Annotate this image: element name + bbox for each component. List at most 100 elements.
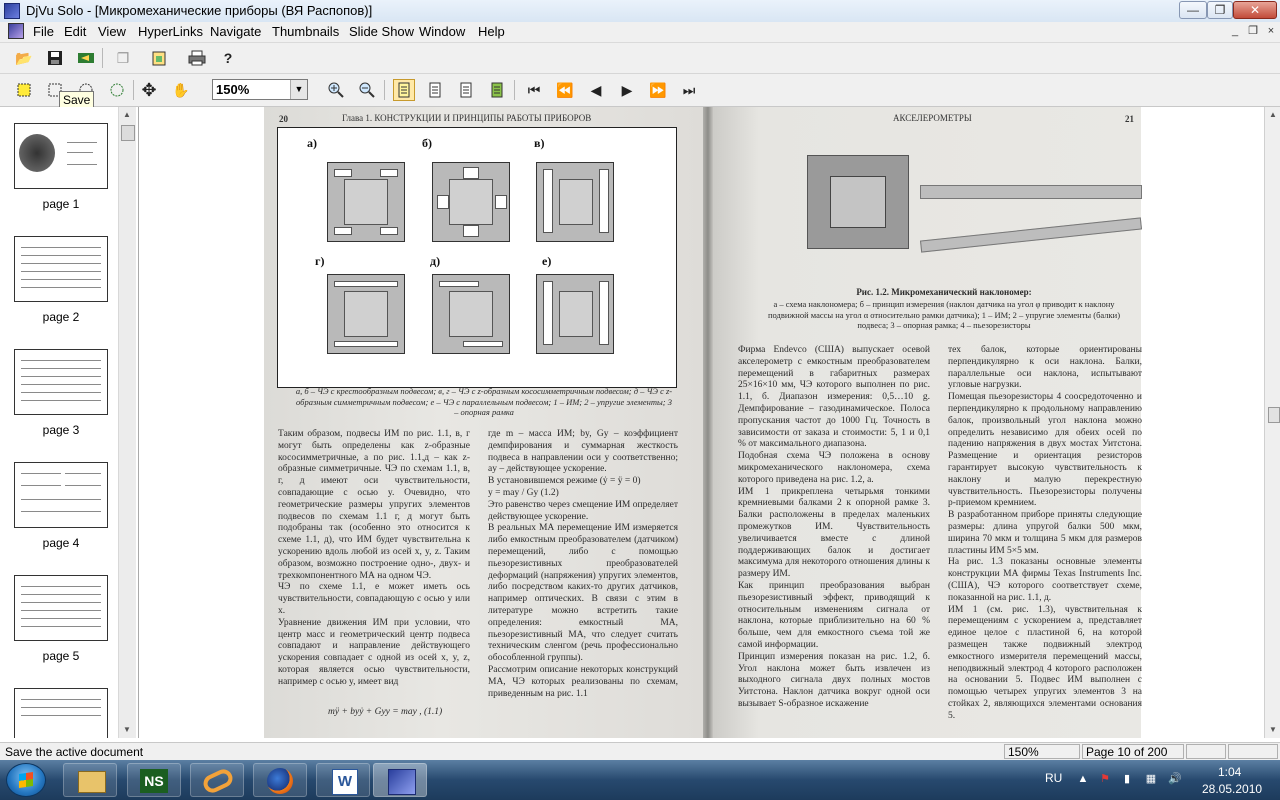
app-task-link[interactable] (190, 763, 244, 797)
network-icon[interactable]: ▦ (1144, 772, 1158, 786)
menu-window[interactable]: Window (419, 24, 465, 39)
mdi-minimize-button[interactable]: _ (1228, 24, 1242, 38)
print-icon[interactable] (186, 47, 208, 69)
menu-file[interactable]: File (33, 24, 54, 39)
move-icon[interactable]: ✥ (138, 79, 160, 101)
explorer-task[interactable] (63, 763, 117, 797)
zoom-out-icon[interactable] (356, 79, 378, 101)
start-button[interactable] (6, 763, 46, 797)
scroll-up-icon[interactable]: ▲ (1265, 107, 1280, 123)
clock-date[interactable]: 28.05.2010 (1202, 782, 1262, 796)
thumbnail-page-4[interactable] (14, 462, 108, 528)
forward-icon[interactable]: ⏩ (647, 79, 669, 101)
pan-hand-icon[interactable]: ✋ (170, 79, 192, 101)
firefox-task[interactable] (253, 763, 307, 797)
folder-icon (78, 771, 106, 793)
select-text-icon[interactable] (106, 79, 128, 101)
copy-icon[interactable]: ❐ (112, 47, 134, 69)
menu-help[interactable]: Help (478, 24, 505, 39)
djvu-app-icon[interactable] (4, 3, 20, 19)
first-page-icon[interactable]: ⏮ (523, 79, 545, 101)
facing-pages-icon[interactable] (455, 79, 477, 101)
scroll-down-icon[interactable]: ▼ (119, 722, 135, 738)
figure-title: Рис. 1.2. Микромеханический наклономер: (856, 287, 1032, 297)
scheme-f (536, 274, 614, 354)
clock-time[interactable]: 1:04 (1218, 765, 1241, 779)
document-scrollbar[interactable]: ▲ ▼ (1264, 107, 1280, 738)
figure-label: е) (542, 254, 552, 268)
close-button[interactable]: ✕ (1233, 1, 1277, 19)
help-icon[interactable]: ? (217, 47, 239, 69)
equation: mÿ + byẏ + Gyy = may , (1.1) (328, 707, 443, 717)
text-column: Фирма Endevco (США) выпускает осевой акс… (738, 345, 930, 709)
thumbnail-page-3[interactable] (14, 349, 108, 415)
status-pane-empty (1228, 744, 1278, 759)
show-hidden-icons[interactable]: ▲ (1076, 772, 1090, 786)
thumbnail-label: page 4 (42, 536, 80, 550)
djvu-task[interactable] (373, 763, 427, 797)
scroll-up-icon[interactable]: ▲ (119, 107, 135, 123)
single-page-icon[interactable] (393, 79, 415, 101)
mdi-restore-button[interactable]: ❐ (1246, 24, 1260, 38)
minimize-button[interactable]: — (1179, 1, 1207, 19)
thumbnails-scrollbar[interactable]: ▲ ▼ (118, 107, 136, 738)
paste-icon[interactable] (148, 47, 170, 69)
power-icon[interactable]: ▮ (1120, 772, 1134, 786)
status-pane-empty (1186, 744, 1226, 759)
scroll-thumb[interactable] (1268, 407, 1280, 423)
document-icon[interactable] (8, 23, 24, 39)
thumbnail-label: page 3 (42, 423, 80, 437)
scheme-a (327, 162, 405, 242)
thumbnail-label: page 1 (42, 197, 80, 211)
scheme-c (536, 162, 614, 242)
zoom-in-icon[interactable] (325, 79, 347, 101)
scheme-d (327, 274, 405, 354)
figure-caption: а, б – ЧЭ с крестообразным подвесом; в, … (295, 386, 673, 417)
send-icon[interactable] (75, 47, 97, 69)
word-icon: W (332, 769, 358, 795)
running-header: АКСЕЛЕРОМЕТРЫ (893, 113, 972, 123)
beam-diagram (920, 185, 1142, 199)
page-number: 21 (1125, 114, 1134, 124)
windows-logo-icon (19, 772, 33, 788)
maximize-button[interactable]: ❐ (1207, 1, 1233, 19)
chevron-down-icon[interactable]: ▼ (290, 80, 307, 99)
toolbar-separator (102, 48, 103, 68)
thumbnail-page-2[interactable] (14, 236, 108, 302)
zoom-value: 150% (216, 82, 250, 97)
document-view[interactable]: 20 Глава 1. КОНСТРУКЦИИ И ПРИНЦИПЫ РАБОТ… (140, 107, 1264, 738)
figure-label: г) (315, 254, 325, 268)
save-icon[interactable] (44, 47, 66, 69)
menu-view[interactable]: View (98, 24, 126, 39)
continuous-facing-icon[interactable] (486, 79, 508, 101)
continuous-page-icon[interactable] (424, 79, 446, 101)
ns-icon: NS (140, 769, 168, 793)
open-folder-icon[interactable]: 📂 (13, 47, 35, 69)
title-bar: DjVu Solo - [Микромеханические приборы (… (0, 0, 1280, 23)
next-page-icon[interactable]: ▶ (616, 79, 638, 101)
menu-hyperlinks[interactable]: HyperLinks (138, 24, 203, 39)
menu-slide-show[interactable]: Slide Show (349, 24, 414, 39)
thumbnail-page-1[interactable] (14, 123, 108, 189)
status-message: Save the active document (5, 745, 144, 759)
language-indicator[interactable]: RU (1045, 771, 1062, 785)
zoom-select[interactable]: 150% ▼ (212, 79, 308, 100)
previous-page-icon[interactable]: ◀ (585, 79, 607, 101)
word-task[interactable]: W (316, 763, 370, 797)
menu-edit[interactable]: Edit (64, 24, 86, 39)
menu-thumbnails[interactable]: Thumbnails (272, 24, 339, 39)
volume-icon[interactable]: 🔊 (1168, 772, 1182, 786)
thumbnail-label: page 5 (42, 649, 80, 663)
mdi-close-button[interactable]: × (1264, 24, 1278, 38)
menu-navigate[interactable]: Navigate (210, 24, 261, 39)
figure-caption: а – схема наклономера; б – принцип измер… (767, 299, 1121, 330)
back-icon[interactable]: ⏪ (554, 79, 576, 101)
scroll-thumb[interactable] (121, 125, 135, 141)
app-task-ns[interactable]: NS (127, 763, 181, 797)
action-center-icon[interactable]: ⚑ (1098, 772, 1112, 786)
select-rectangle-icon[interactable] (13, 79, 35, 101)
thumbnail-page-5[interactable] (14, 575, 108, 641)
scroll-down-icon[interactable]: ▼ (1265, 722, 1280, 738)
last-page-icon[interactable]: ⏭ (678, 79, 700, 101)
thumbnail-page-6[interactable] (14, 688, 108, 738)
